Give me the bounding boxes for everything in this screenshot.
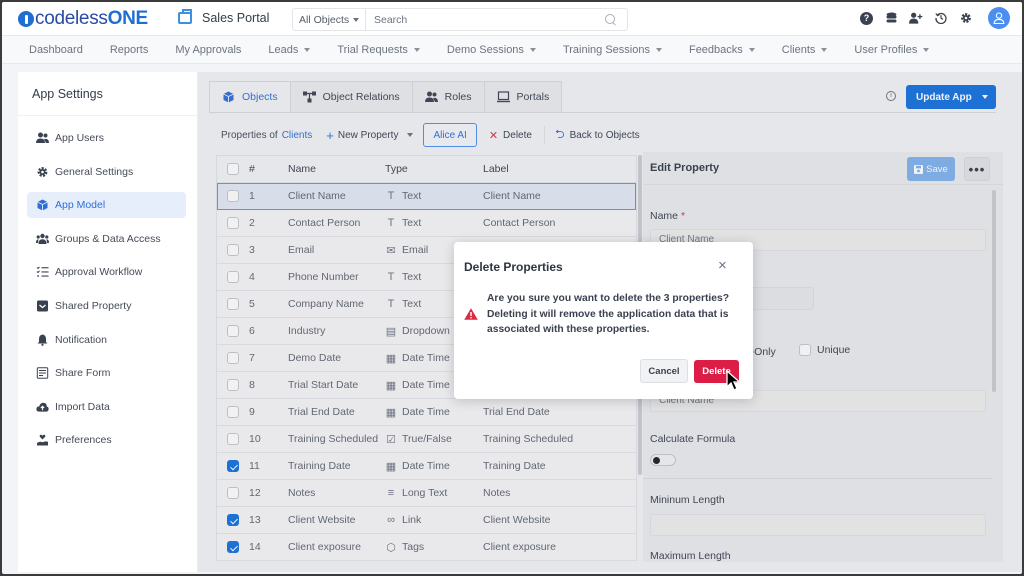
codelessone-logo[interactable]: codeless ONE	[18, 8, 148, 30]
sidebar-list: App Users General Settings App Model Gro…	[18, 116, 197, 453]
nav-label: Dashboard	[29, 43, 83, 56]
sidebar-item-share-form[interactable]: Share Form	[27, 360, 186, 386]
dialog-message: Are you sure you want to delete the 3 pr…	[487, 293, 730, 335]
checklist-icon	[36, 266, 49, 278]
app-settings-sidebar: App Settings App Users General Settings …	[18, 72, 198, 572]
groups-icon	[36, 233, 49, 245]
cloud-upload-icon	[36, 401, 49, 413]
nav-label: Demo Sessions	[446, 43, 524, 56]
logo-text-prefix: codeless	[35, 8, 108, 29]
nav-dashboard[interactable]: Dashboard	[29, 44, 83, 56]
nav-user-profiles[interactable]: User Profiles	[854, 43, 930, 56]
close-icon[interactable]: ×	[718, 258, 727, 273]
database-icon[interactable]	[884, 11, 898, 25]
nav-label: My Approvals	[175, 43, 242, 56]
global-search: All Objects	[292, 8, 628, 31]
bell-icon	[36, 334, 49, 346]
user-icon	[993, 12, 1005, 24]
sidebar-item-notification[interactable]: Notification	[27, 327, 186, 353]
search-icon[interactable]	[605, 13, 617, 26]
add-user-icon[interactable]	[909, 11, 923, 25]
nav-demo-sessions[interactable]: Demo Sessions	[447, 44, 536, 56]
gear-icon	[36, 166, 49, 178]
nav-feedbacks[interactable]: Feedbacks	[689, 44, 755, 56]
nav-label: Leads	[268, 43, 299, 56]
briefcase-icon	[178, 9, 192, 24]
history-icon[interactable]	[934, 11, 948, 25]
users-icon	[36, 132, 49, 144]
warning-icon	[464, 308, 478, 320]
nav-label: User Profiles	[854, 43, 918, 56]
search-input[interactable]	[366, 9, 605, 30]
sidebar-item-approval-workflow[interactable]: Approval Workflow	[27, 259, 186, 285]
caret-down-icon	[821, 47, 828, 52]
logo-text-suffix: ONE	[107, 8, 149, 29]
sidebar-item-groups-data-access[interactable]: Groups & Data Access	[27, 226, 186, 252]
form-icon	[36, 367, 49, 379]
delete-properties-dialog: Delete Properties × Are you sure you wan…	[454, 242, 753, 399]
caret-down-icon	[529, 47, 536, 52]
logo-mark-icon	[18, 11, 34, 27]
sidebar-item-label: App Model	[55, 199, 106, 212]
nav-reports[interactable]: Reports	[110, 44, 149, 56]
sidebar-item-label: Approval Workflow	[55, 266, 143, 279]
nav-leads[interactable]: Leads	[268, 43, 311, 56]
main-nav: Dashboard Reports My Approvals Leads Tri…	[2, 36, 1022, 64]
app-name-label: Sales Portal	[202, 11, 270, 25]
sidebar-item-import-data[interactable]: Import Data	[27, 394, 186, 420]
sidebar-item-label: Shared Property	[55, 299, 132, 312]
sidebar-item-shared-property[interactable]: Shared Property	[27, 293, 186, 319]
nav-my-approvals[interactable]: My Approvals	[175, 44, 241, 56]
top-header: codelessONE Sales Portal All Objects ?	[2, 2, 1022, 36]
sidebar-item-label: App Users	[55, 132, 105, 144]
caret-down-icon	[304, 47, 311, 52]
nav-trial-requests[interactable]: Trial Requests	[337, 44, 420, 56]
inbox-icon	[36, 300, 49, 312]
search-scope-label: All Objects	[299, 13, 350, 26]
sidebar-item-app-users[interactable]: App Users	[27, 125, 186, 151]
nav-label: Clients	[781, 43, 816, 56]
gear-icon[interactable]	[959, 11, 973, 25]
header-actions: ?	[860, 7, 1010, 29]
cancel-button[interactable]: Cancel	[640, 359, 688, 383]
sidebar-item-label: Preferences	[55, 434, 112, 447]
nav-label: Reports	[109, 43, 149, 56]
app-name[interactable]: Sales Portal	[178, 9, 270, 25]
mouse-cursor-icon	[726, 370, 742, 391]
caret-down-icon	[413, 47, 420, 52]
caret-down-icon	[655, 47, 662, 52]
sidebar-item-label: General Settings	[55, 165, 134, 178]
sidebar-item-label: Import Data	[55, 400, 110, 413]
search-scope-select[interactable]: All Objects	[293, 9, 366, 30]
sidebar-item-general-settings[interactable]: General Settings	[27, 159, 186, 185]
nav-label: Trial Requests	[337, 43, 408, 56]
hand-heart-icon	[36, 434, 49, 446]
nav-label: Feedbacks	[688, 43, 743, 56]
sidebar-item-label: Notification	[55, 333, 107, 346]
caret-down-icon	[353, 17, 360, 22]
sidebar-item-label: Groups & Data Access	[55, 232, 161, 245]
help-icon[interactable]: ?	[860, 11, 873, 25]
nav-clients[interactable]: Clients	[782, 44, 828, 56]
caret-down-icon	[923, 47, 930, 52]
dialog-title: Delete Properties	[464, 260, 563, 274]
caret-down-icon	[748, 47, 755, 52]
nav-training-sessions[interactable]: Training Sessions	[563, 44, 662, 56]
sidebar-item-app-model[interactable]: App Model	[27, 192, 186, 219]
sidebar-item-label: Share Form	[55, 367, 111, 380]
cube-icon	[36, 199, 49, 211]
nav-label: Training Sessions	[562, 43, 650, 56]
sidebar-item-preferences[interactable]: Preferences	[27, 427, 186, 453]
app-window: codelessONE Sales Portal All Objects ?	[2, 2, 1022, 574]
sidebar-title: App Settings	[18, 72, 197, 116]
user-avatar[interactable]	[988, 7, 1010, 29]
